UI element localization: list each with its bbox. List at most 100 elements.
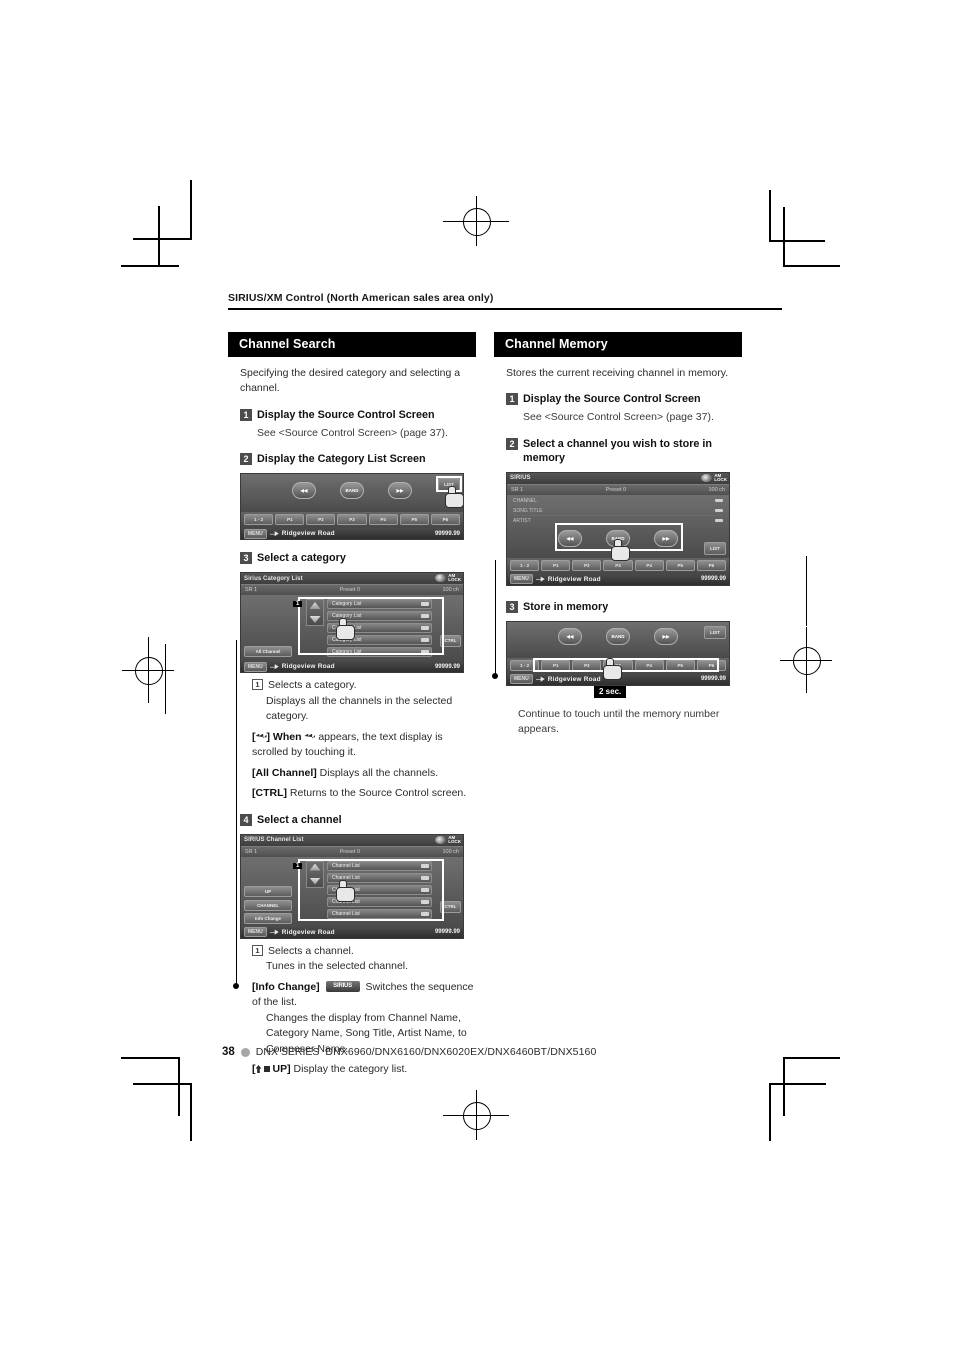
now-playing-text: Ridgeview Road	[281, 928, 335, 936]
scroll-text-icon[interactable]	[421, 899, 429, 904]
touch-hand-cursor	[611, 538, 630, 561]
list-item-label: Category List	[332, 601, 362, 607]
section-title-channel-search: Channel Search	[228, 331, 476, 357]
info-change-button[interactable]: Info Change	[244, 912, 292, 924]
preset-button[interactable]: 1 - 2	[510, 659, 540, 671]
preset-button[interactable]: P2	[572, 659, 602, 671]
navigation-arrow-icon	[535, 576, 545, 582]
prev-button[interactable]: ◀◀	[558, 529, 582, 547]
scroll-text-icon[interactable]	[421, 875, 429, 880]
column-channel-search: Channel Search Specifying the desired ca…	[228, 331, 476, 1078]
ctrl-button[interactable]: CTRL	[440, 635, 461, 647]
preset-button[interactable]: P4	[368, 514, 398, 525]
scroll-arrows[interactable]	[306, 599, 324, 626]
list-item[interactable]: Category List	[327, 647, 432, 657]
next-button[interactable]: ▶▶	[388, 482, 412, 499]
preset-button[interactable]: P1	[541, 659, 571, 671]
band-label: SR 1	[245, 848, 258, 855]
channel-button[interactable]: CHANNEL	[244, 899, 292, 911]
preset-button[interactable]: P1	[275, 514, 305, 525]
crop-mark-top-right-v2	[783, 207, 785, 266]
band-button[interactable]: BAND	[606, 627, 630, 645]
next-button[interactable]: ▶▶	[654, 627, 678, 645]
page-content: SIRIUS/XM Control (North American sales …	[228, 292, 782, 1078]
note-select-channel: 1 Selects a channel.	[252, 944, 476, 960]
scroll-up-icon[interactable]	[309, 602, 321, 609]
menu-button[interactable]: MENU	[244, 661, 267, 672]
scroll-arrows[interactable]	[306, 860, 324, 888]
crop-mark-top-right-h2	[783, 265, 840, 267]
crop-mark-bottom-left-v	[190, 1083, 192, 1141]
crop-mark-bottom-left-h	[133, 1083, 191, 1085]
scroll-text-icon[interactable]	[421, 638, 429, 642]
model-list: DNX6960/DNX6160/DNX6020EX/DNX6460BT/DNX5…	[325, 1046, 597, 1058]
preset-button[interactable]: P2	[572, 559, 602, 571]
device-status-bar: MENU Ridgeview Road 99999.99	[241, 926, 463, 938]
list-item[interactable]: Channel List	[327, 908, 432, 919]
crop-mark-top-left-v2	[158, 206, 160, 266]
list-item[interactable]: Category List	[327, 599, 432, 609]
band-button[interactable]: BAND	[340, 482, 364, 499]
frequency-text: 99999.99	[434, 663, 460, 670]
page-rule-right	[806, 556, 807, 626]
scroll-up-icon[interactable]	[309, 863, 321, 871]
prev-button[interactable]: ◀◀	[292, 482, 316, 499]
next-button[interactable]: ▶▶	[654, 529, 678, 547]
menu-button[interactable]: MENU	[510, 674, 533, 684]
list-button[interactable]: LIST	[704, 541, 726, 555]
all-channel-button[interactable]: All Channel	[244, 646, 292, 657]
preset-button[interactable]: P3	[603, 559, 633, 571]
scroll-text-icon[interactable]	[421, 863, 429, 868]
channel-list: Channel List Channel List Channel List C…	[306, 859, 434, 921]
preset-button[interactable]: P5	[665, 559, 695, 571]
callout-number-box: 1	[252, 679, 263, 690]
scroll-down-icon[interactable]	[309, 877, 321, 885]
scroll-text-icon[interactable]	[421, 602, 429, 606]
note-select-category: 1 Selects a category.	[252, 678, 476, 694]
preset-button[interactable]: P4	[634, 559, 664, 571]
list-button[interactable]: LIST	[704, 625, 726, 639]
preset-button[interactable]: P6	[696, 559, 726, 571]
preset-button[interactable]: P4	[634, 659, 664, 671]
scroll-text-icon[interactable]	[421, 911, 429, 916]
two-column-layout: Channel Search Specifying the desired ca…	[228, 331, 748, 1078]
crop-mark-bottom-right-h2	[783, 1057, 840, 1059]
preset-button[interactable]: P6	[430, 514, 460, 525]
scroll-text-icon[interactable]	[421, 650, 429, 654]
page-rule-left	[165, 644, 166, 714]
preset-button[interactable]: 1 - 2	[244, 514, 274, 525]
preset-button[interactable]: P1	[541, 559, 571, 571]
preset-button[interactable]: 1 - 2	[510, 559, 540, 571]
preset-bar: 1 - 2 P1 P2 P3 P4 P5 P6	[241, 512, 463, 528]
scroll-text-icon[interactable]	[421, 626, 429, 630]
list-item[interactable]: Channel List	[327, 860, 432, 871]
crop-mark-top-right-h	[769, 240, 825, 242]
footer-bullet-icon	[240, 1047, 250, 1057]
scroll-down-icon[interactable]	[309, 616, 321, 623]
scroll-text-icon[interactable]	[421, 887, 429, 892]
menu-button[interactable]: MENU	[244, 927, 267, 937]
scroll-text-icon[interactable]	[421, 614, 429, 618]
menu-button[interactable]: MENU	[510, 574, 533, 584]
disc-icon	[435, 574, 447, 582]
preset-button[interactable]: P5	[665, 659, 695, 671]
scroll-text-icon[interactable]	[715, 509, 723, 512]
page-footer: 38 DNX SERIES DNX6960/DNX6160/DNX6020EX/…	[222, 1046, 596, 1058]
preset-button[interactable]: P6	[696, 659, 726, 671]
up-button[interactable]: UP	[244, 885, 292, 897]
ctrl-button[interactable]: CTRL	[440, 900, 461, 913]
preset-label: Preset 0	[339, 848, 361, 855]
scroll-text-icon[interactable]	[715, 499, 723, 502]
device-source-control-screen: ◀◀ BAND ▶▶ LIST 1 - 2 P1 P2 P3 P4 P5 P6	[240, 473, 464, 540]
step-3-select-category: 3 Select a category	[240, 551, 476, 565]
scroll-text-icon[interactable]	[715, 519, 723, 522]
prev-button[interactable]: ◀◀	[558, 627, 582, 645]
touch-hand-cursor	[603, 657, 622, 680]
preset-button[interactable]: P3	[337, 514, 367, 525]
menu-button[interactable]: MENU	[244, 528, 267, 539]
note-key: [	[252, 730, 256, 743]
step-title: Display the Source Control Screen	[257, 408, 435, 421]
transport-controls: ◀◀ BAND ▶▶	[244, 476, 460, 502]
preset-button[interactable]: P2	[306, 514, 336, 525]
preset-button[interactable]: P5	[399, 514, 429, 525]
